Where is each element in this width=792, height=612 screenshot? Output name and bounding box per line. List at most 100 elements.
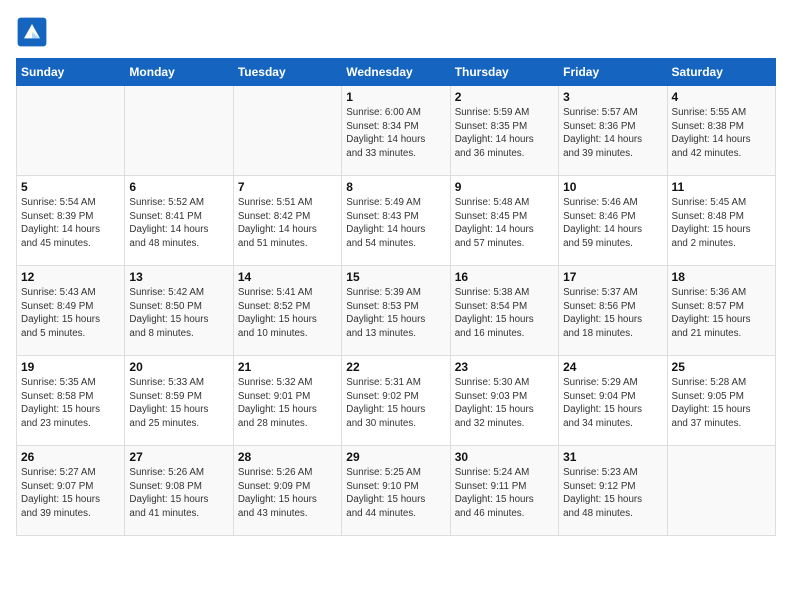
day-number: 25 xyxy=(672,360,771,374)
calendar-cell: 10 Sunrise: 5:46 AM Sunset: 8:46 PM Dayli… xyxy=(559,176,667,266)
day-info: Sunrise: 5:51 AM Sunset: 8:42 PM Dayligh… xyxy=(238,196,337,251)
day-info: Sunrise: 5:26 AM Sunset: 9:09 PM Dayligh… xyxy=(238,466,337,521)
day-number: 8 xyxy=(346,180,445,194)
logo xyxy=(16,16,52,48)
calendar-cell: 13 Sunrise: 5:42 AM Sunset: 8:50 PM Dayli… xyxy=(125,266,233,356)
day-of-week-header: Friday xyxy=(559,59,667,86)
day-number: 16 xyxy=(455,270,554,284)
calendar-week-row: 19 Sunrise: 5:35 AM Sunset: 8:58 PM Dayli… xyxy=(17,356,776,446)
calendar-cell: 30 Sunrise: 5:24 AM Sunset: 9:11 PM Dayli… xyxy=(450,446,558,536)
day-info: Sunrise: 5:33 AM Sunset: 8:59 PM Dayligh… xyxy=(129,376,228,431)
page-header xyxy=(16,16,776,48)
day-number: 24 xyxy=(563,360,662,374)
calendar-table: SundayMondayTuesdayWednesdayThursdayFrid… xyxy=(16,58,776,536)
day-number: 9 xyxy=(455,180,554,194)
day-info: Sunrise: 5:24 AM Sunset: 9:11 PM Dayligh… xyxy=(455,466,554,521)
calendar-cell: 1 Sunrise: 6:00 AM Sunset: 8:34 PM Daylig… xyxy=(342,86,450,176)
calendar-cell: 9Sunrise: 5:48 AM Sunset: 8:45 PM Daylig… xyxy=(450,176,558,266)
day-number: 7 xyxy=(238,180,337,194)
calendar-cell: 29 Sunrise: 5:25 AM Sunset: 9:10 PM Dayli… xyxy=(342,446,450,536)
calendar-cell: 19 Sunrise: 5:35 AM Sunset: 8:58 PM Dayli… xyxy=(17,356,125,446)
day-number: 18 xyxy=(672,270,771,284)
day-info: Sunrise: 5:35 AM Sunset: 8:58 PM Dayligh… xyxy=(21,376,120,431)
day-info: Sunrise: 5:32 AM Sunset: 9:01 PM Dayligh… xyxy=(238,376,337,431)
calendar-cell: 6Sunrise: 5:52 AM Sunset: 8:41 PM Daylig… xyxy=(125,176,233,266)
day-number: 17 xyxy=(563,270,662,284)
day-number: 12 xyxy=(21,270,120,284)
calendar-week-row: 12Sunrise: 5:43 AM Sunset: 8:49 PM Dayli… xyxy=(17,266,776,356)
day-number: 21 xyxy=(238,360,337,374)
logo-icon xyxy=(16,16,48,48)
day-info: Sunrise: 6:00 AM Sunset: 8:34 PM Dayligh… xyxy=(346,106,445,161)
day-number: 2 xyxy=(455,90,554,104)
day-info: Sunrise: 5:25 AM Sunset: 9:10 PM Dayligh… xyxy=(346,466,445,521)
day-number: 5 xyxy=(21,180,120,194)
day-number: 22 xyxy=(346,360,445,374)
day-info: Sunrise: 5:41 AM Sunset: 8:52 PM Dayligh… xyxy=(238,286,337,341)
calendar-cell xyxy=(667,446,775,536)
day-number: 10 xyxy=(563,180,662,194)
day-info: Sunrise: 5:46 AM Sunset: 8:46 PM Dayligh… xyxy=(563,196,662,251)
calendar-cell xyxy=(233,86,341,176)
day-number: 29 xyxy=(346,450,445,464)
day-info: Sunrise: 5:29 AM Sunset: 9:04 PM Dayligh… xyxy=(563,376,662,431)
calendar-cell: 24 Sunrise: 5:29 AM Sunset: 9:04 PM Dayli… xyxy=(559,356,667,446)
day-number: 31 xyxy=(563,450,662,464)
calendar-cell xyxy=(125,86,233,176)
calendar-week-row: 5 Sunrise: 5:54 AM Sunset: 8:39 PM Daylig… xyxy=(17,176,776,266)
calendar-week-row: 1 Sunrise: 6:00 AM Sunset: 8:34 PM Daylig… xyxy=(17,86,776,176)
day-info: Sunrise: 5:30 AM Sunset: 9:03 PM Dayligh… xyxy=(455,376,554,431)
day-of-week-header: Monday xyxy=(125,59,233,86)
calendar-cell: 18 Sunrise: 5:36 AM Sunset: 8:57 PM Dayli… xyxy=(667,266,775,356)
day-info: Sunrise: 5:23 AM Sunset: 9:12 PM Dayligh… xyxy=(563,466,662,521)
day-info: Sunrise: 5:27 AM Sunset: 9:07 PM Dayligh… xyxy=(21,466,120,521)
day-info: Sunrise: 5:31 AM Sunset: 9:02 PM Dayligh… xyxy=(346,376,445,431)
day-number: 13 xyxy=(129,270,228,284)
calendar-cell: 3Sunrise: 5:57 AM Sunset: 8:36 PM Daylig… xyxy=(559,86,667,176)
calendar-cell: 27Sunrise: 5:26 AM Sunset: 9:08 PM Dayli… xyxy=(125,446,233,536)
calendar-cell: 4 Sunrise: 5:55 AM Sunset: 8:38 PM Daylig… xyxy=(667,86,775,176)
calendar-cell: 7 Sunrise: 5:51 AM Sunset: 8:42 PM Daylig… xyxy=(233,176,341,266)
calendar-cell: 14 Sunrise: 5:41 AM Sunset: 8:52 PM Dayli… xyxy=(233,266,341,356)
calendar-cell: 31 Sunrise: 5:23 AM Sunset: 9:12 PM Dayli… xyxy=(559,446,667,536)
calendar-cell: 21 Sunrise: 5:32 AM Sunset: 9:01 PM Dayli… xyxy=(233,356,341,446)
calendar-cell: 11 Sunrise: 5:45 AM Sunset: 8:48 PM Dayli… xyxy=(667,176,775,266)
calendar-cell xyxy=(17,86,125,176)
calendar-cell: 28 Sunrise: 5:26 AM Sunset: 9:09 PM Dayli… xyxy=(233,446,341,536)
day-of-week-header: Wednesday xyxy=(342,59,450,86)
day-number: 30 xyxy=(455,450,554,464)
calendar-week-row: 26Sunrise: 5:27 AM Sunset: 9:07 PM Dayli… xyxy=(17,446,776,536)
day-info: Sunrise: 5:37 AM Sunset: 8:56 PM Dayligh… xyxy=(563,286,662,341)
calendar-cell: 2Sunrise: 5:59 AM Sunset: 8:35 PM Daylig… xyxy=(450,86,558,176)
day-info: Sunrise: 5:49 AM Sunset: 8:43 PM Dayligh… xyxy=(346,196,445,251)
calendar-cell: 15Sunrise: 5:39 AM Sunset: 8:53 PM Dayli… xyxy=(342,266,450,356)
calendar-cell: 12Sunrise: 5:43 AM Sunset: 8:49 PM Dayli… xyxy=(17,266,125,356)
day-number: 20 xyxy=(129,360,228,374)
day-info: Sunrise: 5:42 AM Sunset: 8:50 PM Dayligh… xyxy=(129,286,228,341)
day-info: Sunrise: 5:45 AM Sunset: 8:48 PM Dayligh… xyxy=(672,196,771,251)
day-info: Sunrise: 5:36 AM Sunset: 8:57 PM Dayligh… xyxy=(672,286,771,341)
day-number: 14 xyxy=(238,270,337,284)
day-of-week-header: Saturday xyxy=(667,59,775,86)
calendar-cell: 17 Sunrise: 5:37 AM Sunset: 8:56 PM Dayli… xyxy=(559,266,667,356)
day-number: 27 xyxy=(129,450,228,464)
calendar-cell: 22 Sunrise: 5:31 AM Sunset: 9:02 PM Dayli… xyxy=(342,356,450,446)
day-number: 19 xyxy=(21,360,120,374)
day-info: Sunrise: 5:28 AM Sunset: 9:05 PM Dayligh… xyxy=(672,376,771,431)
calendar-cell: 5 Sunrise: 5:54 AM Sunset: 8:39 PM Daylig… xyxy=(17,176,125,266)
day-of-week-header: Thursday xyxy=(450,59,558,86)
calendar-cell: 8 Sunrise: 5:49 AM Sunset: 8:43 PM Daylig… xyxy=(342,176,450,266)
calendar-cell: 25 Sunrise: 5:28 AM Sunset: 9:05 PM Dayli… xyxy=(667,356,775,446)
calendar-header-row: SundayMondayTuesdayWednesdayThursdayFrid… xyxy=(17,59,776,86)
day-of-week-header: Tuesday xyxy=(233,59,341,86)
day-number: 1 xyxy=(346,90,445,104)
day-info: Sunrise: 5:55 AM Sunset: 8:38 PM Dayligh… xyxy=(672,106,771,161)
day-number: 6 xyxy=(129,180,228,194)
day-info: Sunrise: 5:38 AM Sunset: 8:54 PM Dayligh… xyxy=(455,286,554,341)
day-number: 11 xyxy=(672,180,771,194)
day-number: 3 xyxy=(563,90,662,104)
day-number: 28 xyxy=(238,450,337,464)
day-info: Sunrise: 5:39 AM Sunset: 8:53 PM Dayligh… xyxy=(346,286,445,341)
day-number: 4 xyxy=(672,90,771,104)
day-info: Sunrise: 5:54 AM Sunset: 8:39 PM Dayligh… xyxy=(21,196,120,251)
